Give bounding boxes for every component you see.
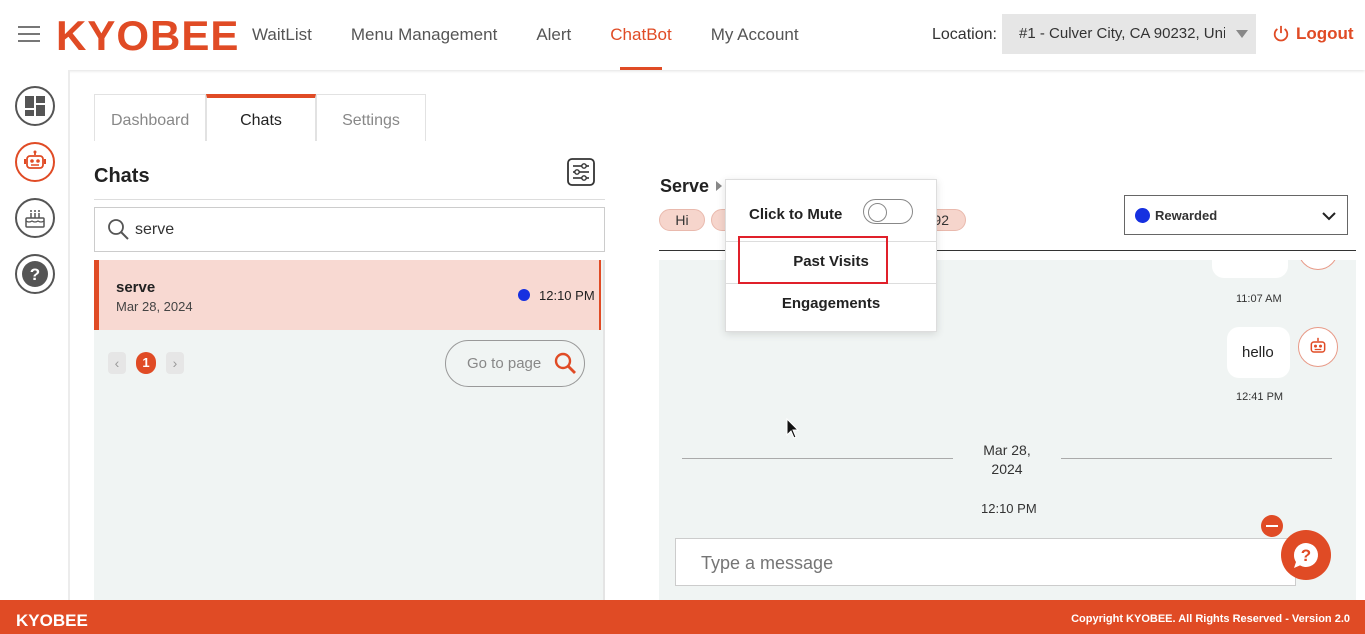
- date-separator-line: [1061, 458, 1332, 459]
- location-select[interactable]: #1 - Culver City, CA 90232, United State…: [1002, 14, 1256, 54]
- footer-brand: KYOBEE: [16, 611, 88, 630]
- chat-item-name: serve: [116, 279, 156, 296]
- chat-list: serve Mar 28, 2024 12:10 PM ‹ 1 › Go to …: [94, 260, 605, 600]
- date-separator: Mar 28, 2024: [977, 441, 1037, 479]
- separator-time: 12:10 PM: [981, 501, 1037, 516]
- remove-icon[interactable]: [1261, 515, 1283, 537]
- goto-page-field[interactable]: Go to page: [445, 340, 585, 387]
- robot-icon[interactable]: [15, 142, 55, 182]
- page-number-current[interactable]: 1: [136, 352, 156, 374]
- status-dot: [1135, 208, 1150, 223]
- bot-avatar-icon: [1298, 327, 1338, 367]
- nav-item-alert[interactable]: Alert: [536, 0, 571, 70]
- prev-page-button[interactable]: ‹: [108, 352, 126, 374]
- tab-chats[interactable]: Chats: [206, 94, 316, 141]
- nav-item-menu-management[interactable]: Menu Management: [351, 0, 497, 70]
- nav-item-chatbot[interactable]: ChatBot: [610, 0, 672, 70]
- chat-search-input[interactable]: [135, 218, 575, 242]
- caret-right-icon[interactable]: [716, 181, 722, 191]
- nav-item-my-account[interactable]: My Account: [711, 0, 799, 70]
- unread-dot: [518, 289, 530, 301]
- chat-list-item[interactable]: serve Mar 28, 2024 12:10 PM: [94, 260, 601, 330]
- status-label: Rewarded: [1155, 208, 1218, 223]
- message-time: 11:07 AM: [1236, 293, 1282, 305]
- message-time: 12:41 PM: [1236, 391, 1284, 403]
- mouse-pointer-icon: [786, 418, 800, 439]
- power-icon: [1273, 25, 1289, 42]
- date-separator-line: [682, 458, 953, 459]
- chatbot-tabs: Dashboard Chats Settings: [94, 94, 426, 142]
- dashboard-icon[interactable]: [15, 86, 55, 126]
- svg-text:?: ?: [30, 265, 40, 284]
- engagements-menu-item[interactable]: Engagements: [726, 295, 936, 312]
- chat-item-date: Mar 28, 2024: [116, 299, 193, 314]
- pagination: ‹ 1 ›: [108, 352, 184, 374]
- bot-avatar-icon: [1298, 260, 1338, 270]
- date-separator-day: Mar 28,: [983, 442, 1031, 458]
- main-nav: WaitList Menu Management Alert ChatBot M…: [252, 0, 838, 70]
- logout-label: Logout: [1296, 24, 1354, 43]
- top-navbar: KYOBEE WaitList Menu Management Alert Ch…: [0, 0, 1365, 70]
- message-bubble: hello: [1227, 327, 1290, 378]
- tab-dashboard[interactable]: Dashboard: [94, 94, 206, 141]
- hamburger-menu-icon[interactable]: [18, 26, 40, 44]
- location-value: #1 - Culver City, CA 90232, United State…: [1019, 25, 1225, 42]
- location-label: Location:: [932, 26, 997, 43]
- svg-text:?: ?: [1301, 546, 1311, 565]
- search-icon[interactable]: [554, 352, 576, 374]
- logout-button[interactable]: Logout: [1272, 24, 1354, 44]
- highlight-outline: [738, 236, 888, 284]
- message-input[interactable]: [701, 551, 1261, 575]
- chats-title: Chats: [94, 165, 150, 187]
- nav-item-waitlist[interactable]: WaitList: [252, 0, 312, 70]
- caret-down-icon: [1236, 30, 1248, 38]
- chat-item-time: 12:10 PM: [539, 288, 595, 303]
- help-icon[interactable]: ?: [15, 254, 55, 294]
- icon-sidebar: ?: [0, 70, 70, 600]
- chat-search-box[interactable]: [94, 207, 605, 252]
- goto-page-placeholder: Go to page: [467, 355, 542, 372]
- status-select[interactable]: Rewarded: [1124, 195, 1348, 235]
- chevron-down-icon: [1322, 212, 1336, 221]
- tab-settings[interactable]: Settings: [316, 94, 426, 141]
- footer: KYOBEE Copyright KYOBEE. All Rights Rese…: [0, 600, 1365, 634]
- mute-label: Click to Mute: [749, 206, 843, 223]
- next-page-button[interactable]: ›: [166, 352, 184, 374]
- search-icon: [108, 219, 129, 240]
- cake-icon[interactable]: [15, 198, 55, 238]
- help-chat-icon[interactable]: ?: [1281, 530, 1331, 580]
- message-input-box[interactable]: [675, 538, 1296, 586]
- chats-divider: [94, 199, 605, 200]
- message-bubble: [1212, 260, 1288, 278]
- mute-toggle[interactable]: [863, 199, 913, 224]
- conversation-name[interactable]: Serve: [660, 176, 709, 197]
- footer-copyright: Copyright KYOBEE. All Rights Reserved - …: [1071, 613, 1350, 625]
- app-logo[interactable]: KYOBEE: [56, 12, 239, 60]
- date-separator-year: 2024: [991, 461, 1023, 477]
- tag-chip: Hi: [659, 209, 705, 231]
- filter-settings-icon[interactable]: [567, 158, 595, 186]
